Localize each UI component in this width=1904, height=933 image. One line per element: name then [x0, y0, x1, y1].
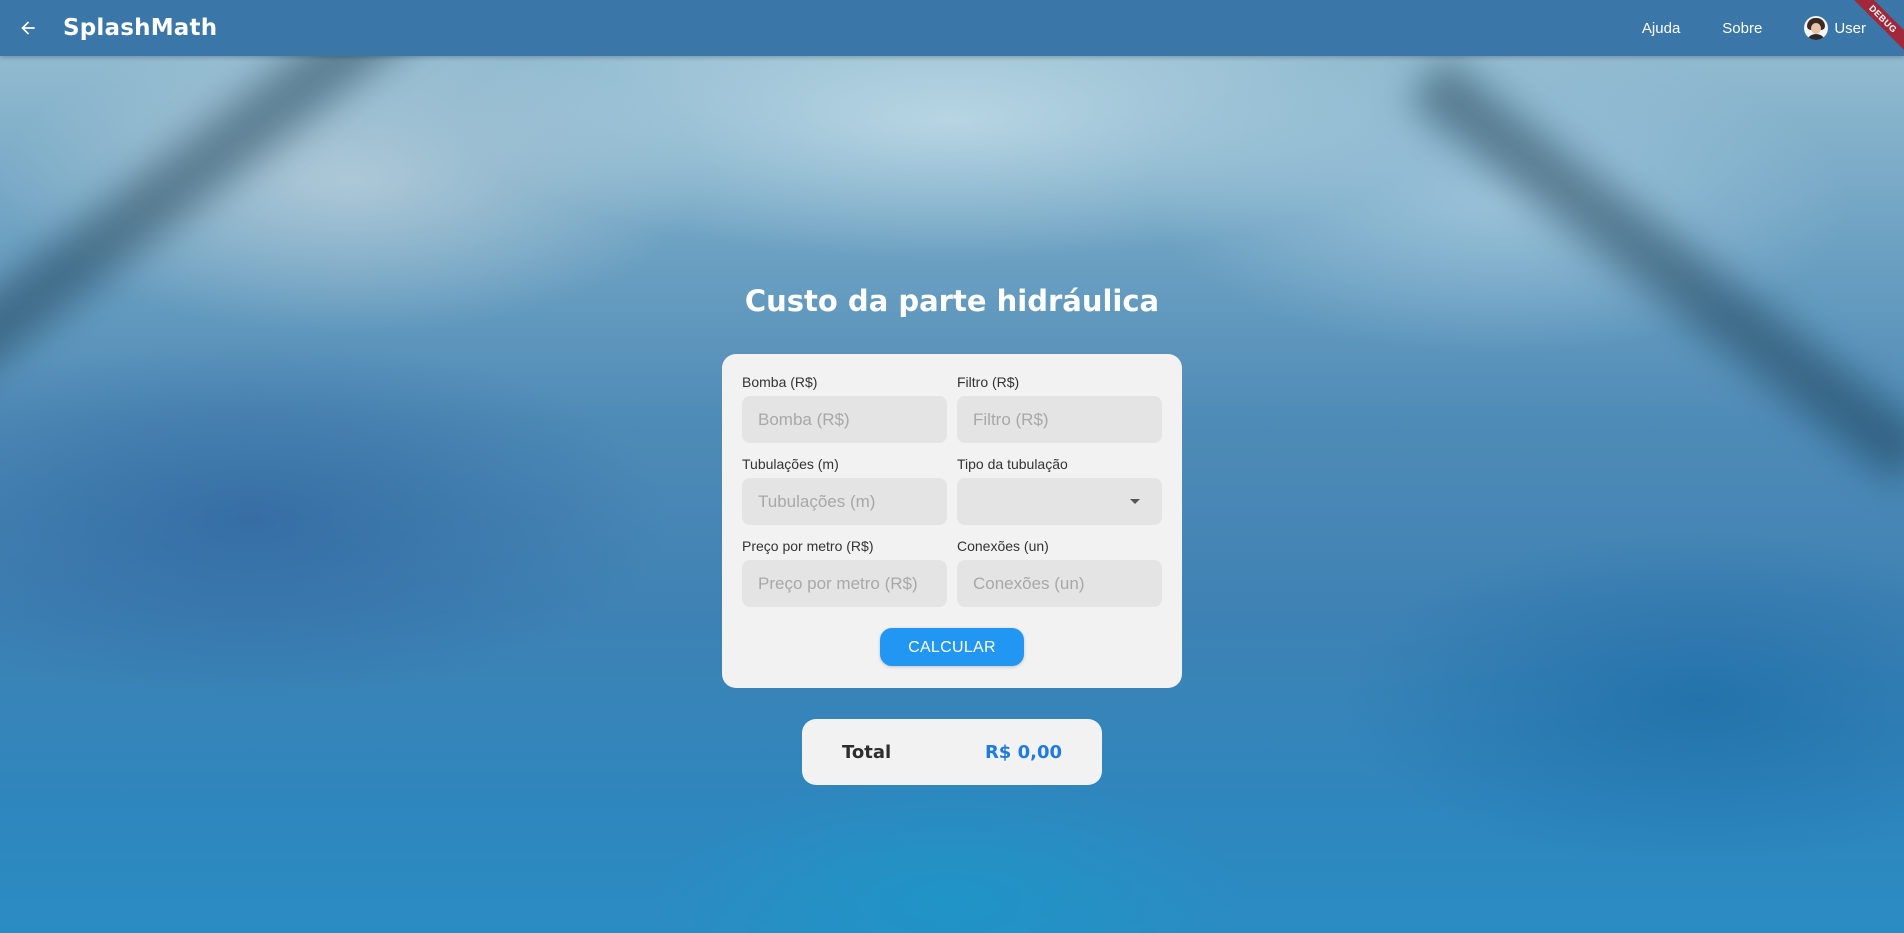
app-bar: SplashMath Ajuda Sobre User	[0, 0, 1904, 56]
total-value: R$ 0,00	[984, 741, 1062, 763]
calculate-button[interactable]: CALCULAR	[880, 628, 1024, 666]
form-card: Bomba (R$) Filtro (R$) Tubulações (m) Ti…	[722, 354, 1182, 688]
pipe-type-field: Tipo da tubulação	[957, 456, 1162, 525]
filter-input[interactable]	[957, 396, 1162, 443]
filter-label: Filtro (R$)	[957, 374, 1020, 390]
dropdown-arrow-icon	[1130, 499, 1140, 504]
connections-input[interactable]	[957, 560, 1162, 607]
total-card: Total R$ 0,00	[802, 719, 1102, 785]
total-label: Total	[842, 741, 892, 763]
price-per-meter-field: Preço por metro (R$)	[742, 538, 947, 607]
avatar	[1804, 16, 1829, 40]
debug-banner-label: DEBUG	[1846, 0, 1904, 56]
lane-rope-left	[0, 0, 433, 405]
back-button[interactable]	[0, 0, 56, 56]
debug-banner: DEBUG	[1844, 0, 1904, 60]
price-per-meter-label: Preço por metro (R$)	[742, 538, 874, 554]
app-title: SplashMath	[63, 15, 218, 41]
arrow-back-icon	[21, 21, 35, 35]
pipes-field: Tubulações (m)	[742, 456, 947, 525]
pipes-input[interactable]	[742, 478, 947, 525]
filter-field: Filtro (R$)	[957, 374, 1162, 443]
pipe-type-dropdown[interactable]	[957, 478, 1162, 525]
connections-field: Conexões (un)	[957, 538, 1162, 607]
connections-label: Conexões (un)	[957, 538, 1049, 554]
pump-field: Bomba (R$)	[742, 374, 947, 443]
help-link[interactable]: Ajuda	[1642, 20, 1680, 37]
lane-rope-right	[1407, 55, 1904, 485]
pump-input[interactable]	[742, 396, 947, 443]
pipe-type-label: Tipo da tubulação	[957, 456, 1068, 472]
page-title: Custo da parte hidráulica	[744, 284, 1160, 318]
about-link[interactable]: Sobre	[1722, 20, 1762, 37]
pump-label: Bomba (R$)	[742, 374, 818, 390]
price-per-meter-input[interactable]	[742, 560, 947, 607]
pipes-label: Tubulações (m)	[742, 456, 839, 472]
